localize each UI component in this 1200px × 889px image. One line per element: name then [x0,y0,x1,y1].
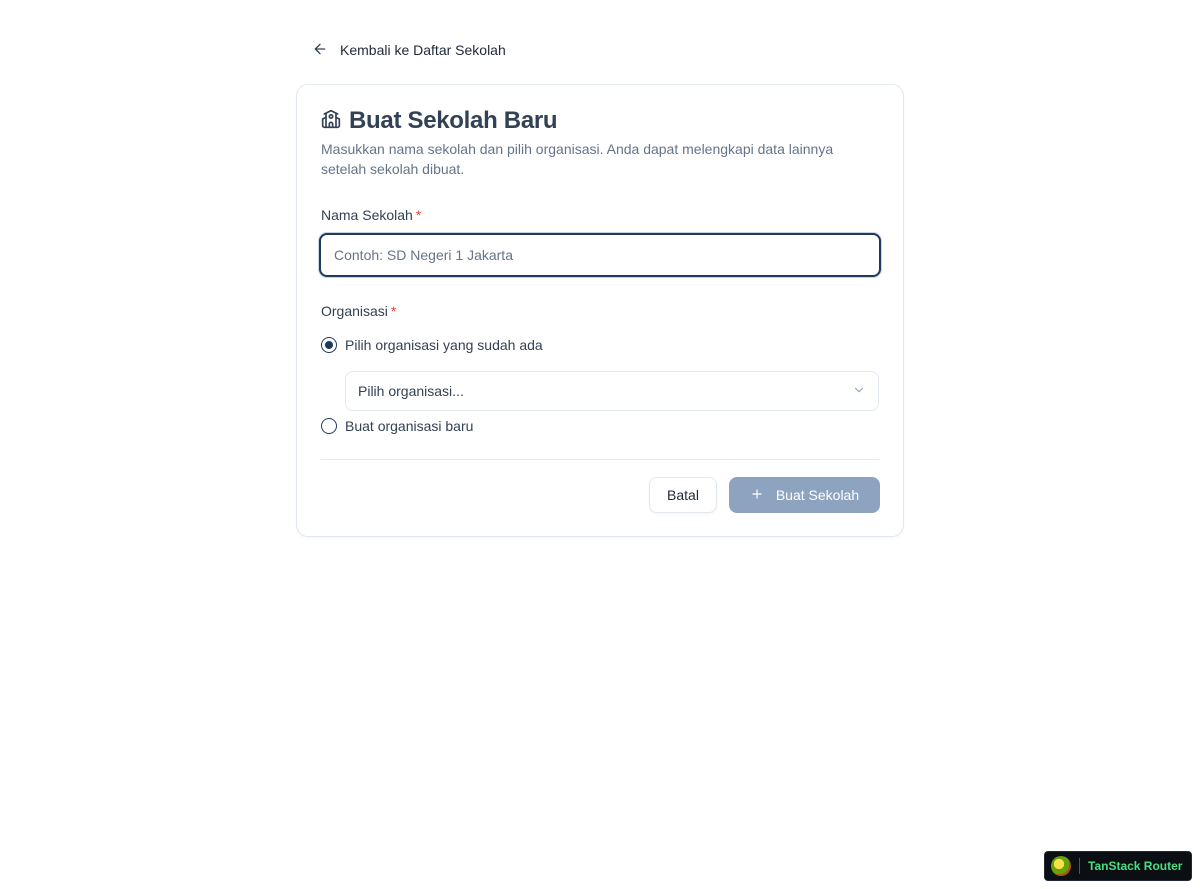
create-school-card: Buat Sekolah Baru Masukkan nama sekolah … [296,84,904,537]
create-button-label: Buat Sekolah [775,487,860,503]
tanstack-router-devtools-button[interactable]: TanStack Router [1044,851,1192,881]
school-name-label: Nama Sekolah * [321,207,421,223]
school-name-label-text: Nama Sekolah [321,207,413,223]
card-description: Masukkan nama sekolah dan pilih organisa… [321,141,834,177]
required-mark: * [415,207,422,223]
cancel-button-label: Batal [667,487,699,503]
radio-existing-label: Pilih organisasi yang sudah ada [345,337,543,353]
arrow-left-icon [312,41,328,60]
chevron-down-icon [852,383,866,400]
organization-select-value: Pilih organisasi... [358,383,464,399]
radio-button-unchecked[interactable] [321,418,337,434]
back-link-label: Kembali ke Daftar Sekolah [340,42,506,58]
create-school-button[interactable]: Buat Sekolah [729,477,880,513]
form-divider [321,459,879,460]
cancel-button[interactable]: Batal [649,477,717,513]
devtools-separator [1079,858,1080,874]
radio-new-organization[interactable]: Buat organisasi baru [321,418,473,434]
devtools-label: TanStack Router [1088,859,1183,873]
page-title: Buat Sekolah Baru [349,107,558,134]
school-icon [321,109,341,134]
radio-button-checked[interactable] [321,337,337,353]
tanstack-logo-icon [1051,856,1071,876]
radio-existing-organization[interactable]: Pilih organisasi yang sudah ada [321,337,543,353]
organization-label: Organisasi * [321,303,396,319]
plus-icon [750,487,764,504]
back-to-school-list-link[interactable]: Kembali ke Daftar Sekolah [304,34,514,66]
organization-label-text: Organisasi [321,303,388,319]
radio-new-label: Buat organisasi baru [345,418,474,434]
organization-select[interactable]: Pilih organisasi... [345,371,879,411]
card-header: Buat Sekolah Baru [321,107,558,135]
required-mark: * [390,303,397,319]
school-name-input[interactable] [319,233,881,277]
